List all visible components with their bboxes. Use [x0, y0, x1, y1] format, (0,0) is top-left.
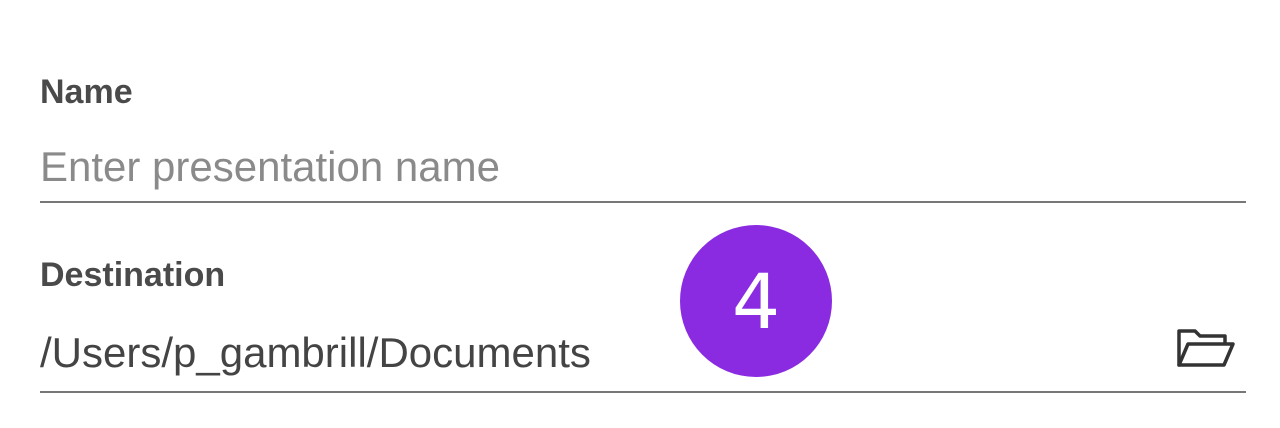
destination-input[interactable]	[40, 315, 1246, 393]
name-input[interactable]	[40, 132, 1246, 203]
new-presentation-form: Name Destination 4	[0, 0, 1280, 428]
browse-folder-button[interactable]	[1168, 318, 1244, 378]
destination-label: Destination	[40, 256, 226, 294]
folder-open-icon	[1177, 329, 1235, 367]
name-label: Name	[40, 73, 133, 111]
step-number-badge: 4	[680, 225, 832, 377]
